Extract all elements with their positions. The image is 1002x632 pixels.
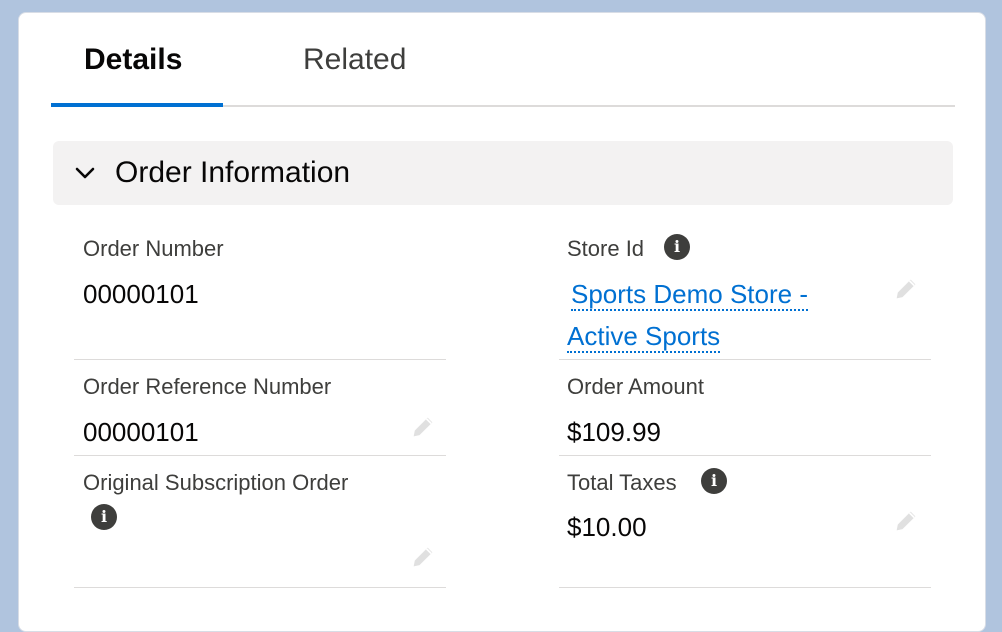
pencil-icon[interactable] xyxy=(892,507,920,535)
pencil-icon[interactable] xyxy=(409,413,437,441)
field-label-original-subscription-order: Original Subscription Order xyxy=(83,470,349,495)
field-value-order-reference-number: 00000101 xyxy=(83,417,199,447)
field-value-store-id-line1-wrap: Sports Demo Store - xyxy=(571,279,808,311)
info-icon[interactable]: i xyxy=(701,468,727,494)
tab-bar: Details Related xyxy=(51,13,955,107)
store-id-link[interactable]: Sports Demo Store - xyxy=(571,279,808,311)
field-value-total-taxes: $10.00 xyxy=(567,512,647,542)
field-label-total-taxes: Total Taxes xyxy=(567,470,677,495)
field-value-order-amount: $109.99 xyxy=(567,417,661,447)
field-label-order-reference-number: Order Reference Number xyxy=(83,374,332,399)
pencil-icon[interactable] xyxy=(892,275,920,303)
field-divider xyxy=(559,359,931,360)
info-icon[interactable]: i xyxy=(91,504,117,530)
pencil-icon[interactable] xyxy=(409,543,437,571)
field-value-store-id-line2-wrap: Active Sports xyxy=(567,321,721,353)
field-label-order-number: Order Number xyxy=(83,236,224,261)
section-title: Order Information xyxy=(115,156,351,189)
tab-details-label: Details xyxy=(84,43,183,76)
field-divider xyxy=(74,587,446,588)
section-header-order-information[interactable]: Order Information xyxy=(53,141,953,205)
field-divider xyxy=(559,455,931,456)
field-value-order-number: 00000101 xyxy=(83,279,199,309)
field-label-store-id: Store Id xyxy=(567,236,645,261)
field-divider xyxy=(74,359,446,360)
tab-details[interactable]: Details xyxy=(84,43,182,77)
info-icon[interactable]: i xyxy=(664,234,690,260)
field-label-order-amount: Order Amount xyxy=(567,374,704,399)
chevron-down-icon xyxy=(75,167,95,179)
store-id-link-continued[interactable]: Active Sports xyxy=(567,321,721,353)
active-tab-indicator xyxy=(51,103,223,107)
tab-related[interactable]: Related xyxy=(303,43,406,77)
tab-related-label: Related xyxy=(303,43,407,76)
field-divider xyxy=(559,587,931,588)
field-divider xyxy=(74,455,446,456)
record-detail-card: Details Related Order Information Order … xyxy=(18,12,986,632)
